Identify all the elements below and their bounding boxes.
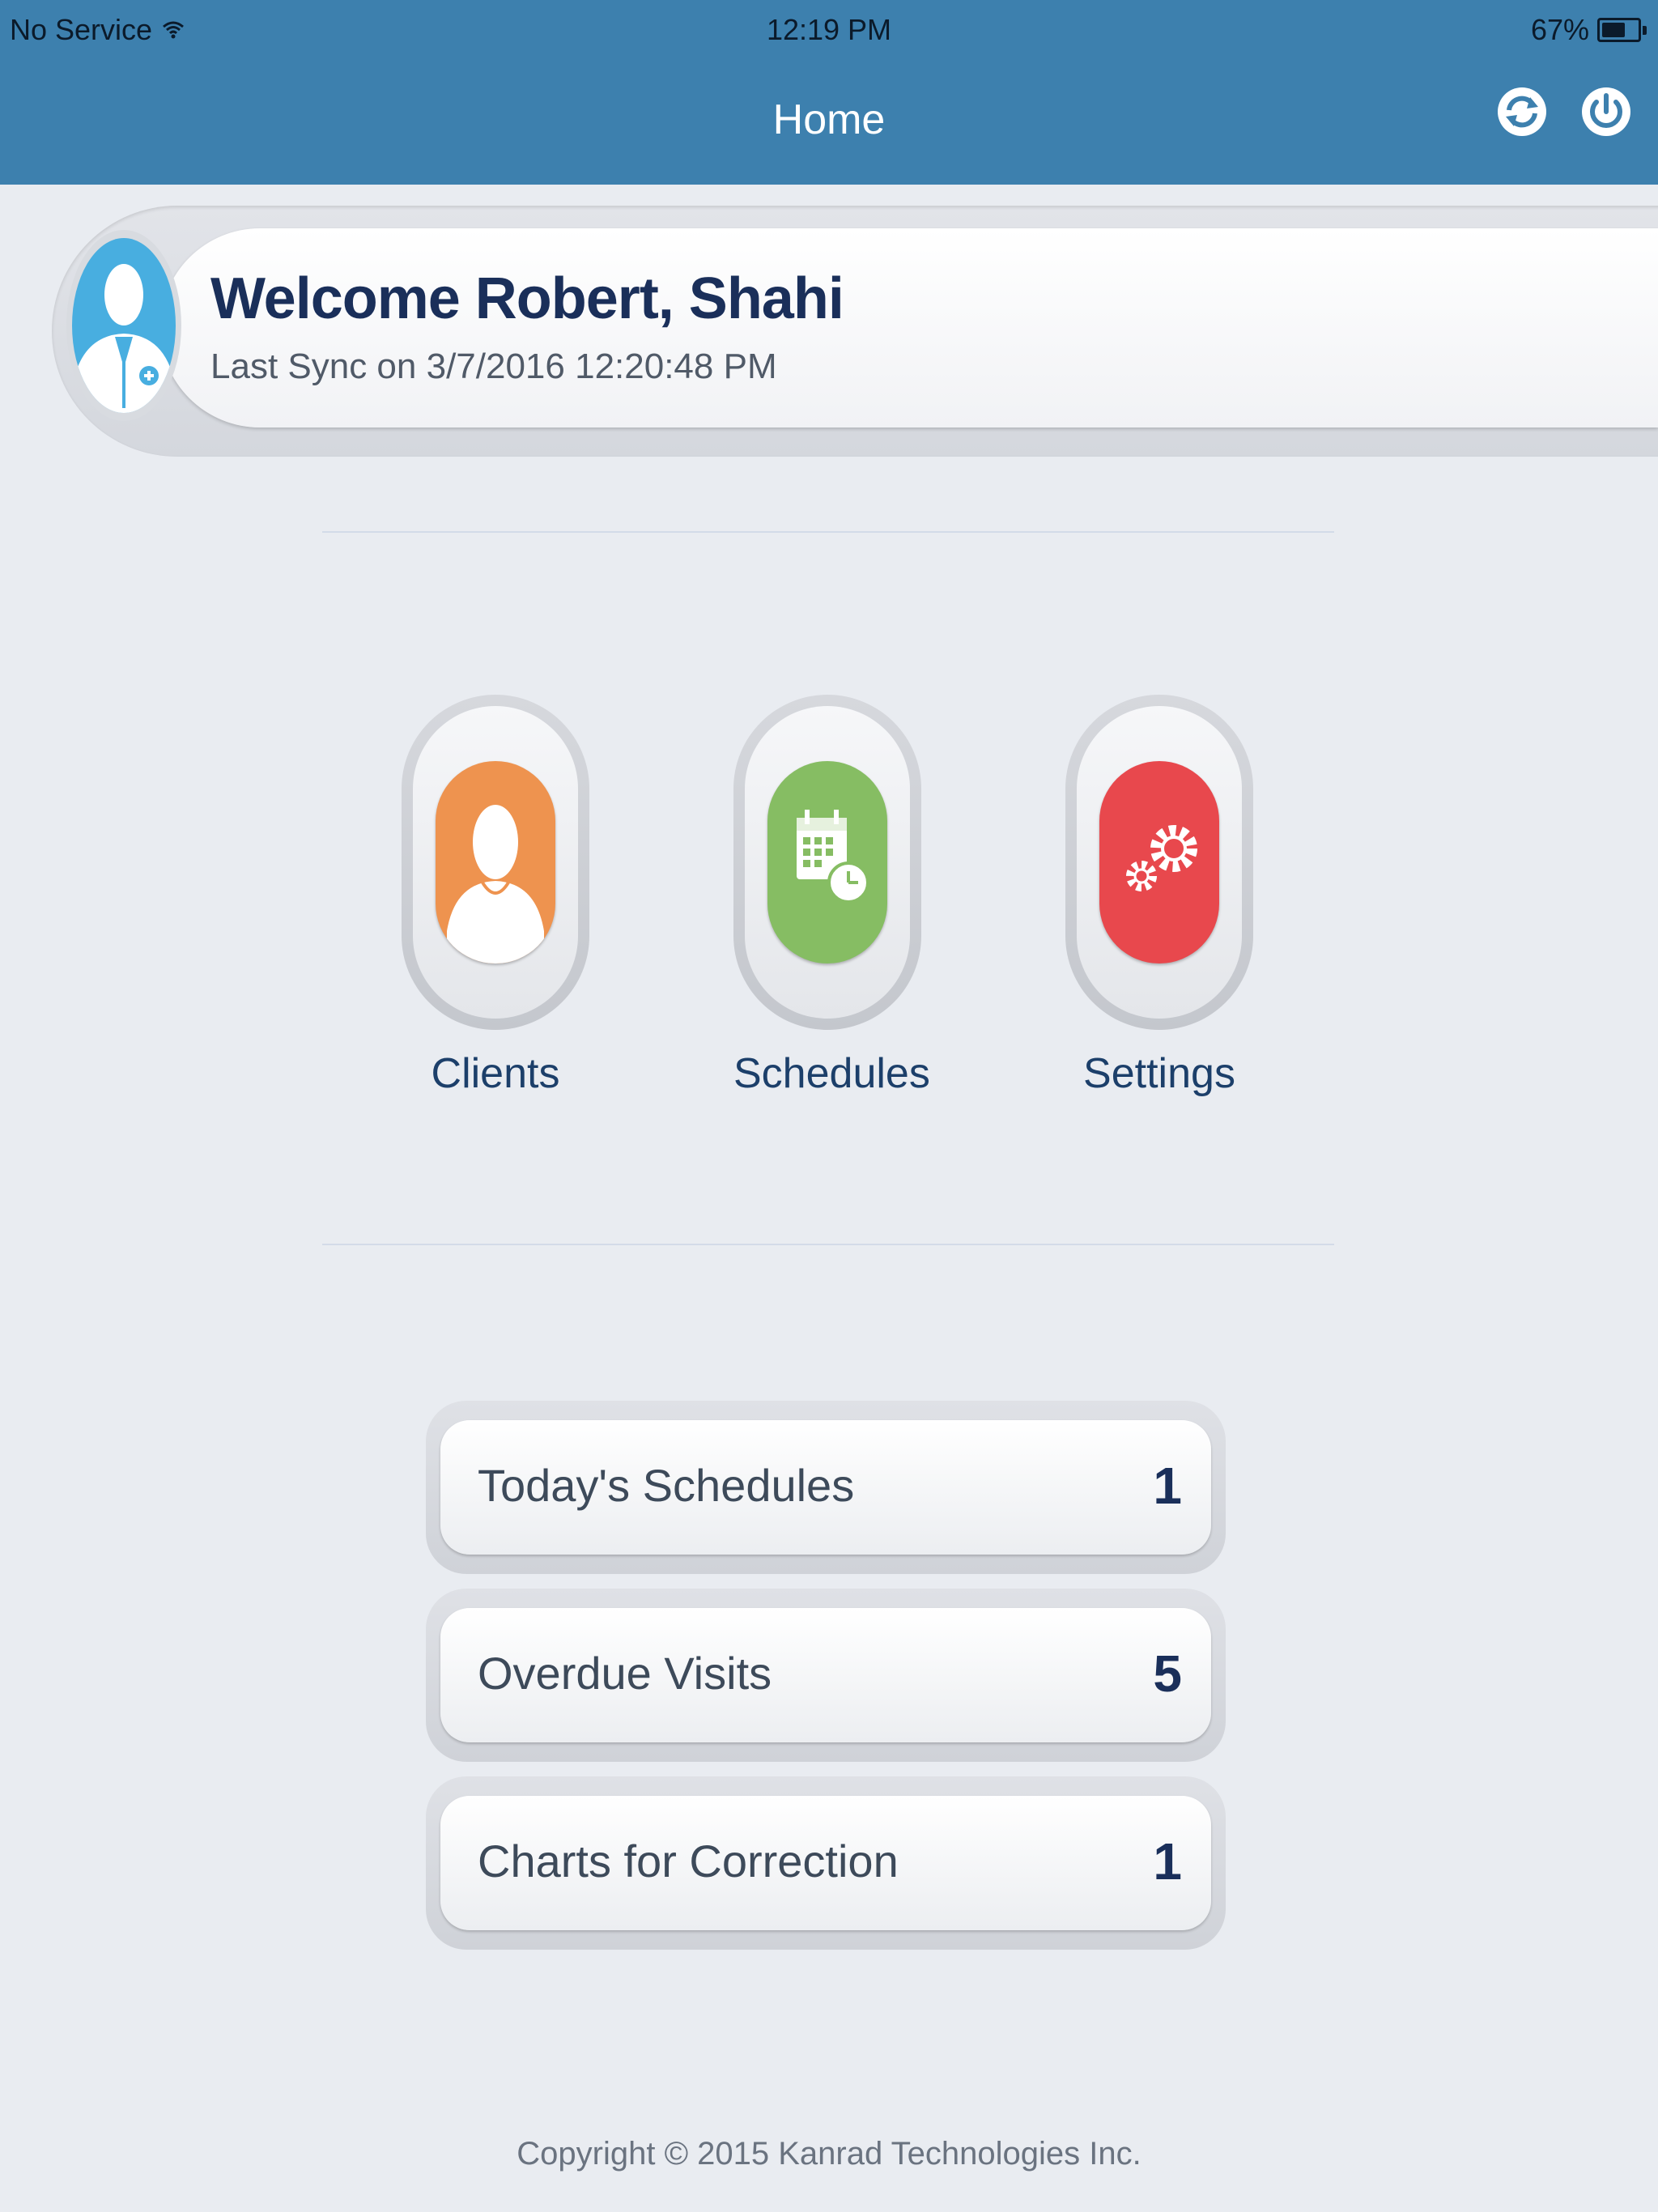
schedules-tile-ring [733, 695, 921, 1030]
status-bar: No Service 12:19 PM 67% [0, 0, 1658, 60]
divider-top [322, 531, 1334, 533]
clients-tile[interactable]: Clients [402, 695, 589, 1098]
last-sync-text: Last Sync on 3/7/2016 12:20:48 PM [210, 347, 777, 386]
charts-correction-label: Charts for Correction [478, 1836, 899, 1887]
power-button[interactable] [1577, 83, 1635, 141]
todays-schedules-label: Today's Schedules [478, 1460, 855, 1511]
calendar-clock-icon [767, 761, 887, 963]
battery-icon [1597, 18, 1641, 42]
overdue-visits-label: Overdue Visits [478, 1648, 772, 1699]
settings-tile-label: Settings [1083, 1050, 1235, 1097]
clients-tile-ring [402, 695, 589, 1030]
power-icon [1582, 87, 1630, 136]
top-bar: No Service 12:19 PM 67% Home [0, 0, 1658, 185]
client-person-icon [436, 761, 555, 963]
overdue-visits-row[interactable]: Overdue Visits 5 [426, 1589, 1226, 1762]
charts-correction-count: 1 [1153, 1832, 1182, 1891]
doctor-avatar-icon [66, 230, 181, 421]
todays-schedules-row[interactable]: Today's Schedules 1 [426, 1401, 1226, 1574]
user-avatar [66, 230, 181, 421]
welcome-name: Welcome Robert, Shahi [210, 266, 844, 331]
settings-tile[interactable]: Settings [1065, 695, 1253, 1098]
status-time: 12:19 PM [766, 13, 892, 46]
settings-tile-ring [1065, 695, 1253, 1030]
battery-level [1602, 23, 1625, 37]
gears-icon [1099, 761, 1219, 963]
battery-percent: 67% [1530, 13, 1589, 46]
sync-button[interactable] [1493, 83, 1551, 141]
sync-icon [1498, 87, 1546, 136]
clients-tile-label: Clients [431, 1050, 560, 1097]
divider-bottom [322, 1244, 1334, 1245]
battery-tip [1643, 25, 1647, 35]
todays-schedules-count: 1 [1153, 1457, 1182, 1515]
page-title: Home [772, 96, 886, 143]
schedules-tile-label: Schedules [733, 1050, 930, 1097]
copyright-text: Copyright © 2015 Kanrad Technologies Inc… [517, 2136, 1141, 2172]
schedules-tile[interactable]: Schedules [733, 695, 930, 1098]
charts-correction-row[interactable]: Charts for Correction 1 [426, 1776, 1226, 1950]
overdue-visits-count: 5 [1153, 1644, 1182, 1703]
